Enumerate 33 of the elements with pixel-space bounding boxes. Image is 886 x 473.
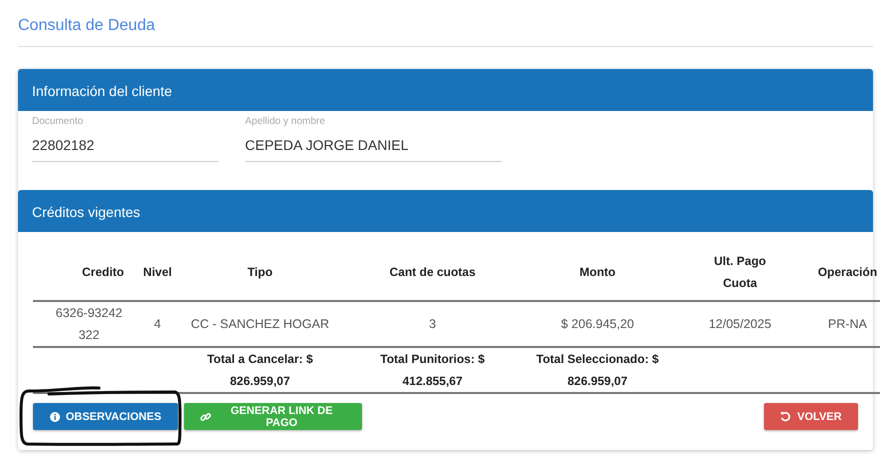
table-cell: CC - SANCHEZ HOGAR — [185, 301, 335, 347]
text-field[interactable]: CEPEDA JORGE DANIEL — [245, 128, 502, 162]
link-icon — [200, 410, 212, 422]
table-cell: 4 — [130, 301, 185, 347]
total-value: 826.959,07 — [567, 373, 628, 390]
notes-button[interactable]: OBSERVACIONES — [33, 403, 178, 430]
column-header: Cant de cuotas — [335, 244, 530, 301]
table-cell: $ 206.945,20 — [530, 301, 665, 347]
table-cell: 12/05/2025 — [665, 301, 815, 347]
column-header: Operación — [815, 244, 880, 301]
column-header: Credito — [33, 244, 130, 301]
total-label: Total Punitorios: $ — [380, 351, 485, 368]
page-title: Consulta de Deuda — [18, 16, 156, 36]
column-header: Tipo — [185, 244, 335, 301]
total-label: Total a Cancelar: $ — [207, 351, 313, 368]
field-label: Documento — [32, 115, 84, 128]
column-header: Ult. Pago Cuota — [665, 244, 815, 301]
info-icon — [50, 412, 60, 422]
table-cell: 3 — [335, 301, 530, 347]
table-cell: 6326-93242322 — [33, 301, 130, 347]
table-cell: PR-NA — [815, 301, 880, 347]
back-button[interactable]: VOLVER — [764, 403, 858, 430]
total-label: Total Seleccionado: $ — [536, 351, 659, 368]
field-label: Apellido y nombre — [245, 115, 326, 128]
total-value: 412.855,67 — [402, 373, 463, 390]
section-header: Información del cliente — [18, 69, 873, 111]
section-header: Créditos vigentes — [18, 190, 873, 232]
payment-link-button[interactable]: GENERAR LINK DE PAGO — [184, 403, 362, 430]
undo-icon — [780, 411, 792, 422]
total-value: 826.959,07 — [230, 373, 290, 390]
column-header: Nivel — [130, 244, 185, 301]
text-field[interactable]: 22802182 — [32, 128, 218, 162]
column-header: Monto — [530, 244, 665, 301]
